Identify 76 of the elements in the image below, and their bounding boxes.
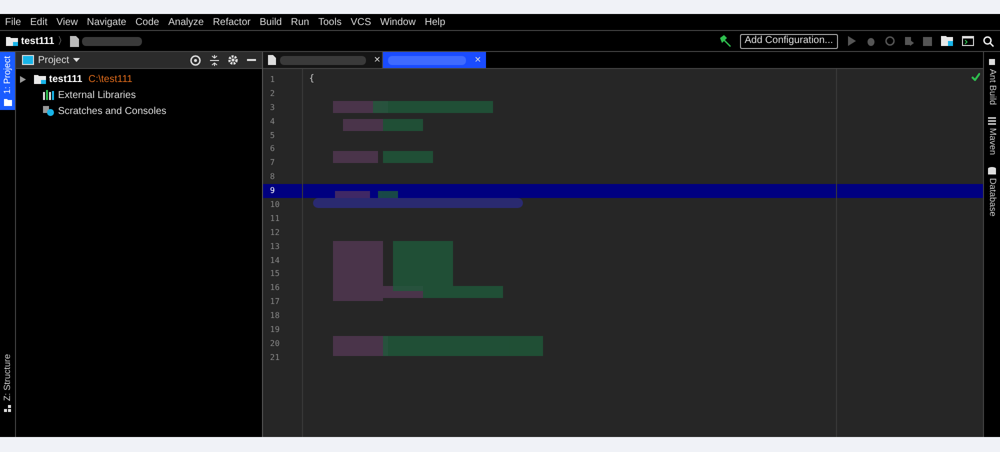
line-number: 6 (270, 143, 275, 156)
database-icon (988, 167, 996, 176)
menu-item[interactable]: Build (260, 14, 282, 30)
menu-item[interactable]: Window (380, 14, 416, 30)
code-text: { (309, 73, 314, 86)
menu-item[interactable]: VCS (350, 14, 372, 30)
tree-item[interactable]: test111 (49, 72, 82, 86)
close-button[interactable]: × (474, 54, 481, 66)
line-number: 18 (270, 310, 280, 322)
line-number: 2 (270, 88, 275, 100)
ant-icon (988, 58, 996, 66)
line-number: 4 (270, 116, 275, 128)
caret-icon (73, 58, 80, 62)
line-number: 19 (270, 324, 280, 336)
file-icon (70, 36, 80, 46)
window-icon[interactable] (962, 36, 974, 46)
path-label: C:\test111 (88, 72, 132, 86)
menu-item[interactable]: Analyze (168, 14, 204, 30)
editor-tab[interactable]: × (383, 52, 486, 68)
line-number: 10 (270, 198, 280, 211)
file-icon (268, 55, 276, 65)
project-structure-icon[interactable] (941, 36, 953, 46)
line-number: 5 (270, 130, 275, 142)
structure-icon (4, 405, 12, 413)
breadcrumb-item[interactable]: test111 (21, 34, 54, 48)
menu-item[interactable]: Help (424, 14, 446, 30)
line-number: 13 (270, 240, 280, 253)
close-button[interactable]: × (374, 54, 380, 66)
line-number: 17 (270, 296, 280, 308)
tool-window-tab[interactable]: Ant Build (985, 58, 999, 106)
window-icon (22, 55, 34, 65)
line-number: 21 (270, 352, 280, 364)
line-number: 12 (270, 226, 280, 239)
menu-item[interactable]: Tools (318, 14, 342, 30)
line-number: 15 (270, 268, 280, 280)
line-number: 14 (270, 254, 280, 267)
menu-item[interactable]: Navigate (86, 14, 126, 30)
tool-window-tab[interactable]: Z: Structure (0, 350, 15, 417)
settings-icon[interactable] (228, 55, 238, 65)
scratch-icon (43, 106, 55, 116)
redacted-drawing (82, 35, 142, 47)
hammer-icon[interactable] (718, 35, 731, 47)
line-number: 1 (270, 74, 275, 86)
tree-item[interactable]: External Libraries (58, 88, 136, 102)
menu-item[interactable]: Run (290, 14, 310, 30)
tool-window-tab[interactable]: Database (985, 167, 999, 217)
line-number: 11 (270, 212, 280, 225)
target-icon[interactable] (190, 54, 201, 66)
menu-item[interactable]: Code (135, 14, 160, 30)
check-icon (971, 73, 980, 81)
menu-item[interactable]: Edit (30, 14, 48, 30)
breadcrumb-separator: 〉 (57, 34, 68, 48)
line-number: 3 (270, 102, 275, 114)
menu-item[interactable]: Refactor (212, 14, 251, 30)
search-icon[interactable] (983, 36, 994, 46)
library-icon (43, 90, 55, 100)
run-icon[interactable] (847, 36, 857, 46)
collapsed-arrow-icon[interactable] (20, 76, 26, 82)
module-folder-icon (34, 74, 46, 84)
line-number: 20 (270, 338, 280, 350)
tool-window-tab[interactable]: Maven (985, 117, 999, 156)
menu-item[interactable]: View (56, 14, 78, 30)
folder-icon (4, 98, 12, 106)
line-number: 7 (270, 157, 275, 170)
collapse-icon[interactable] (210, 54, 219, 66)
maven-icon (988, 117, 996, 126)
tree-item[interactable]: Scratches and Consoles (58, 104, 166, 118)
editor-tab[interactable]: × (263, 52, 383, 68)
line-number: 9 (270, 185, 275, 198)
line-number: 16 (270, 282, 280, 294)
menu-item[interactable]: File (5, 14, 22, 30)
add-configuration-button[interactable]: Add Configuration... (740, 34, 838, 48)
stop-icon[interactable] (923, 36, 932, 46)
line-number: 8 (270, 171, 275, 184)
folder-icon (6, 36, 18, 46)
tool-window-tab[interactable]: 1: Project (0, 52, 15, 110)
